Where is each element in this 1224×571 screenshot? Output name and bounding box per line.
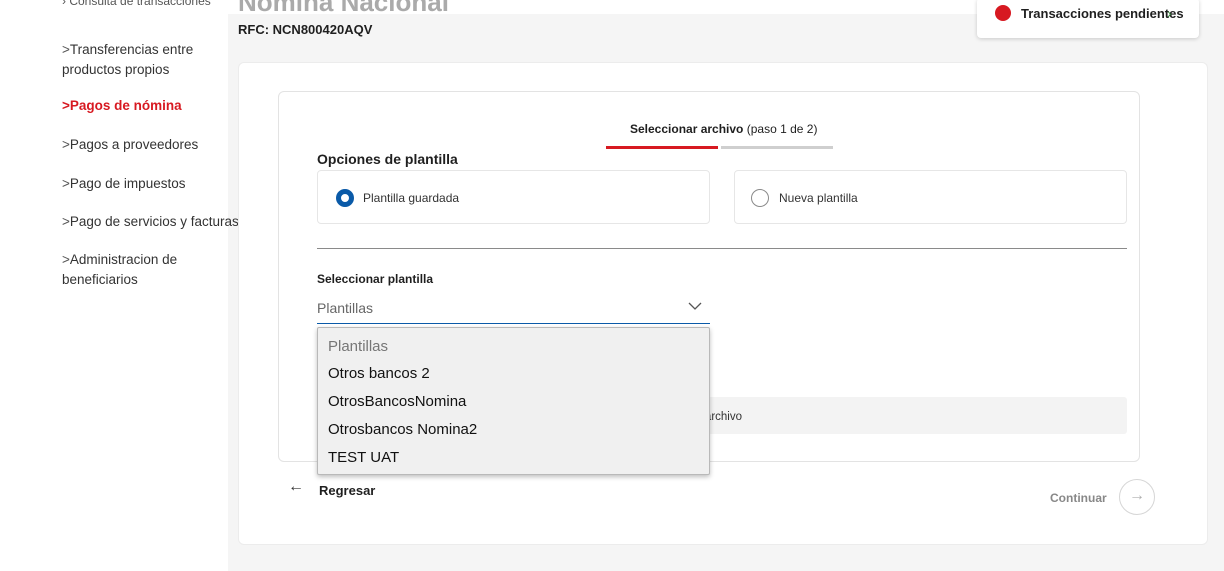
sidebar-item-pago-servicios[interactable]: >Pago de servicios y facturas	[62, 212, 239, 232]
dropdown-option[interactable]: OtrosBancosNomina	[328, 393, 466, 410]
app-root: › Consulta de transacciones Nomina Nacio…	[0, 0, 1224, 571]
sidebar-item-pagos-proveedores[interactable]: >Pagos a proveedores	[62, 135, 198, 155]
sidebar-item-label: Administracion de	[69, 252, 178, 267]
chevron-right-icon: >	[62, 176, 70, 191]
sidebar-item-beneficiarios[interactable]: >Administracion de beneficiarios	[62, 250, 177, 290]
option-new-template[interactable]: Nueva plantilla	[734, 170, 1127, 224]
stepper-bar-inactive	[721, 146, 833, 149]
chevron-down-icon	[688, 302, 702, 310]
stepper-bar-active	[606, 146, 718, 149]
radio-unselected-icon[interactable]	[751, 189, 769, 207]
sidebar-item-label-line2: productos propios	[62, 62, 170, 77]
pending-transactions-label: Transacciones pendientes	[1021, 6, 1184, 21]
radio-selected-icon[interactable]	[336, 189, 354, 207]
sidebar-item-transactions[interactable]: › Consulta de transacciones	[62, 0, 211, 8]
rfc-label: RFC: NCN800420AQV	[238, 22, 373, 37]
chevron-right-icon: >	[62, 42, 70, 57]
template-options-title: Opciones de plantilla	[317, 151, 458, 167]
sidebar-item-label: Pagos a proveedores	[69, 137, 199, 152]
dropdown-option[interactable]: Plantillas	[328, 338, 388, 355]
select-template-title: Seleccionar plantilla	[317, 272, 434, 286]
dropdown-option[interactable]: TEST UAT	[328, 449, 399, 466]
sidebar-item-label: Transferencias entre	[69, 42, 194, 57]
option-saved-template[interactable]: Plantilla guardada	[317, 170, 710, 224]
sidebar-item-label: Pago de impuestos	[69, 176, 186, 191]
pending-count-badge	[995, 5, 1011, 21]
sidebar-item-label-line2: beneficiarios	[62, 272, 138, 287]
divider	[317, 248, 1127, 249]
stepper-label: Seleccionar archivo (paso 1 de 2)	[630, 122, 817, 136]
template-select[interactable]: Plantillas	[317, 296, 710, 324]
arrow-left-icon: ←	[288, 478, 304, 495]
sidebar-item-label: Pagos de nómina	[69, 98, 182, 113]
template-dropdown-list: Plantillas Otros bancos 2 OtrosBancosNom…	[317, 327, 710, 475]
dropdown-option[interactable]: Otrosbancos Nomina2	[328, 421, 477, 438]
option-label: Plantilla guardada	[363, 191, 460, 205]
arrow-right-icon: →	[1129, 487, 1145, 504]
chevron-right-icon: >	[62, 98, 70, 113]
sidebar-item-label: Pago de servicios y facturas	[69, 214, 239, 229]
continue-label: Continuar	[1050, 491, 1107, 505]
continue-button[interactable]: →	[1119, 479, 1155, 515]
page-title: Nomina Nacional	[238, 0, 449, 14]
template-select-value: Plantillas	[317, 300, 374, 316]
sidebar-item-pago-impuestos[interactable]: >Pago de impuestos	[62, 174, 185, 194]
stepper-progress: (paso 1 de 2)	[746, 122, 818, 136]
chevron-right-icon: >	[62, 137, 70, 152]
sidebar-item-transferencias[interactable]: >Transferencias entre productos propios	[62, 40, 193, 80]
pending-transactions-button[interactable]: Transacciones pendientes ›	[977, 0, 1199, 38]
dropdown-option[interactable]: Otros bancos 2	[328, 365, 430, 382]
chevron-right-icon: >	[62, 214, 70, 229]
back-label: Regresar	[319, 483, 376, 498]
chevron-right-icon: ›	[1167, 5, 1172, 21]
option-label: Nueva plantilla	[779, 191, 858, 205]
stepper-current-step: Seleccionar archivo	[630, 122, 744, 136]
chevron-right-icon: >	[62, 252, 70, 267]
sidebar-item-pagos-nomina[interactable]: >Pagos de nómina	[62, 96, 182, 116]
